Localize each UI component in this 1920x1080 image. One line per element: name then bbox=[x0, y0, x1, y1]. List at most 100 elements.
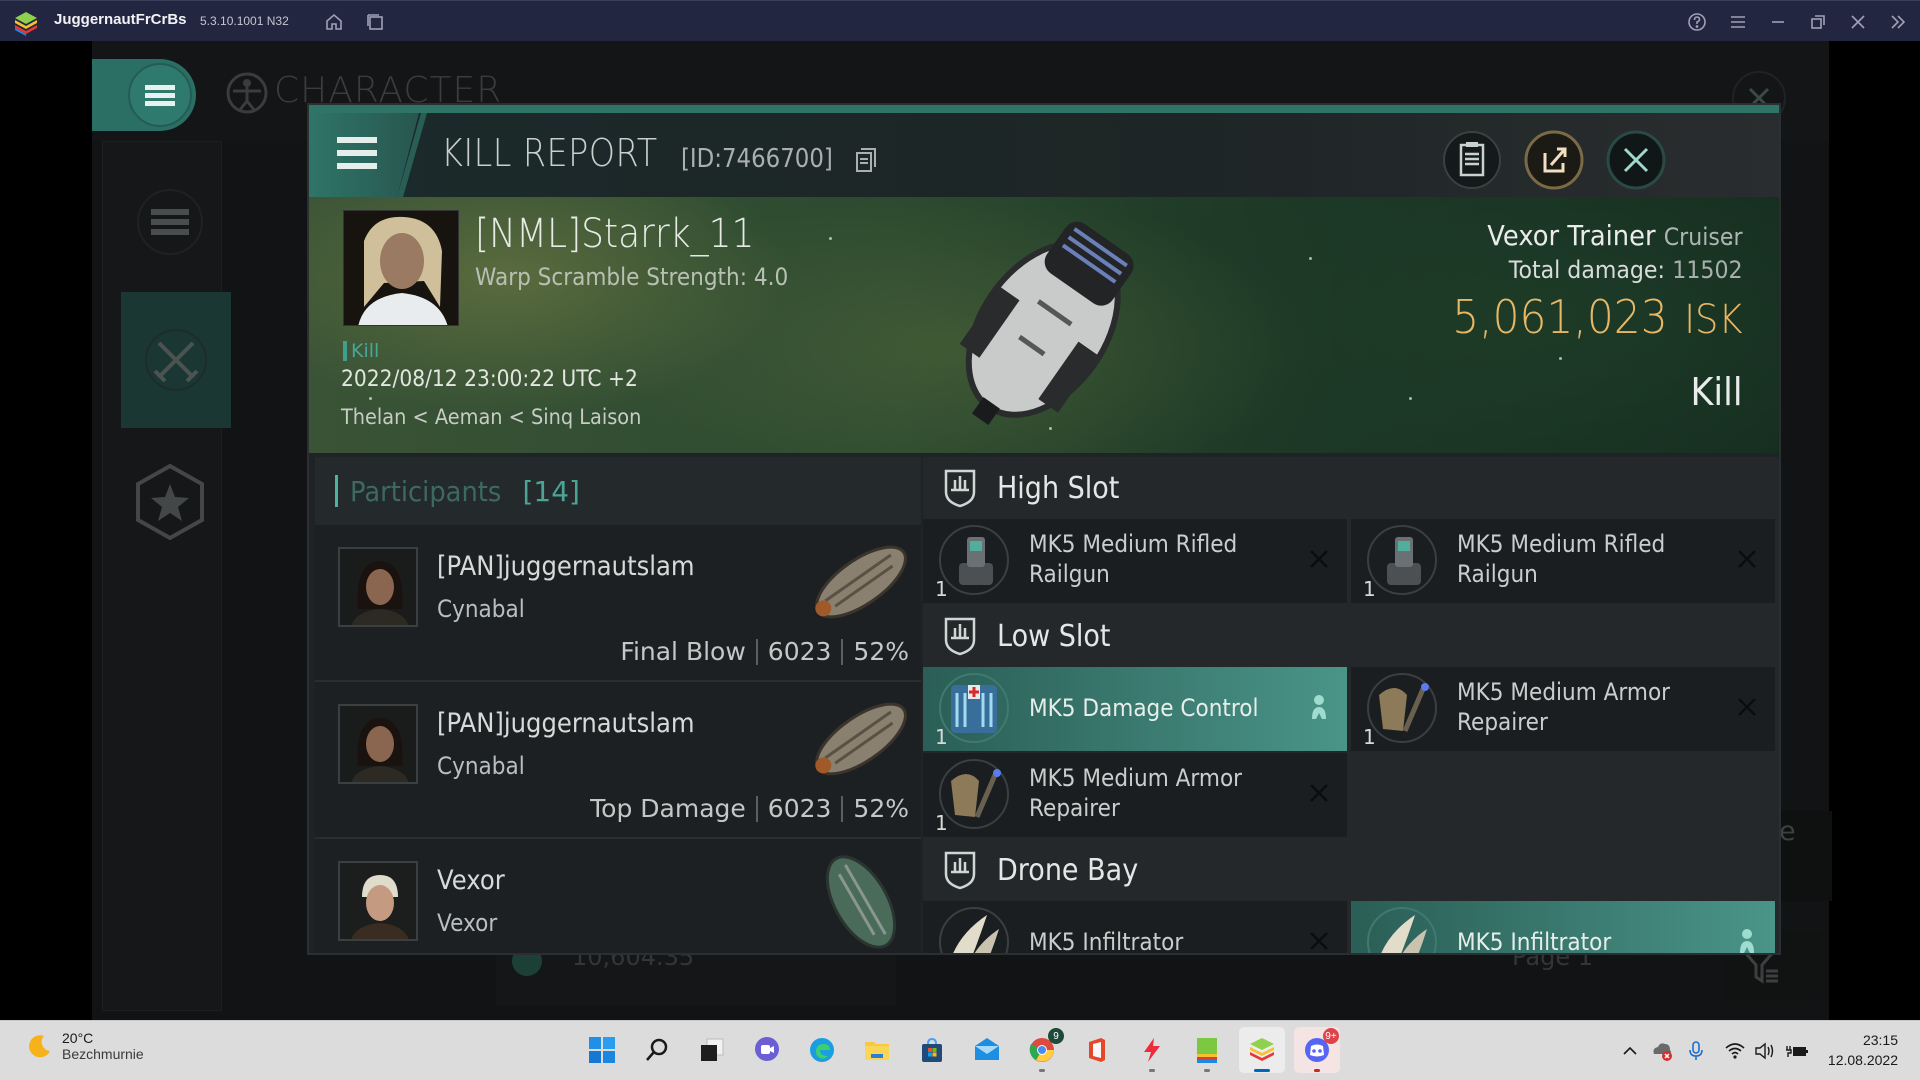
module-quantity: 1 bbox=[935, 811, 948, 835]
module-item[interactable]: 1 MK5 Medium Armor Repairer bbox=[923, 753, 1347, 837]
clipboard-icon bbox=[1443, 131, 1501, 189]
teams-chat-button[interactable] bbox=[744, 1027, 790, 1073]
kill-report-dialog: KILL REPORT [ID:7466700] [NML]Starrk_11 … bbox=[309, 105, 1779, 953]
game-viewport: CHARACTER ensable 10,604.35 Page 1 bbox=[0, 41, 1920, 1020]
multi-instance-icon[interactable] bbox=[364, 11, 386, 33]
clock-time: 23:15 bbox=[1862, 1032, 1898, 1048]
participant-row[interactable]: [PAN]juggernautslam Cynabal Top Damage 6… bbox=[315, 682, 921, 839]
copy-id-icon[interactable] bbox=[855, 147, 877, 173]
minimize-icon[interactable] bbox=[1767, 11, 1789, 33]
participants-panel: Participants [14] [PAN]juggernautslam Cy… bbox=[315, 457, 921, 953]
bluestacks-multi-button[interactable] bbox=[1184, 1027, 1230, 1073]
chrome-button[interactable]: 9 bbox=[1019, 1027, 1065, 1073]
ship-class: Cruiser bbox=[1664, 223, 1743, 251]
destroyed-x-icon bbox=[1305, 545, 1333, 573]
office-button[interactable] bbox=[1074, 1027, 1120, 1073]
module-quantity: 1 bbox=[1363, 577, 1376, 601]
edge-icon bbox=[810, 1038, 834, 1062]
microphone-status[interactable] bbox=[1684, 1039, 1708, 1063]
sidebar-achievements-icon[interactable] bbox=[120, 452, 220, 552]
search-button[interactable] bbox=[634, 1027, 680, 1073]
kill-tag-label: Kill bbox=[351, 340, 380, 362]
microphone-icon bbox=[1689, 1041, 1703, 1060]
close-dialog-button[interactable] bbox=[1605, 129, 1667, 191]
railgun-icon bbox=[1367, 525, 1437, 595]
isk-unit: ISK bbox=[1684, 297, 1743, 343]
participant-name: Vexor bbox=[437, 865, 505, 896]
background-sidebar bbox=[102, 141, 231, 1011]
victim-name[interactable]: [NML]Starrk_11 bbox=[475, 211, 754, 257]
victim-avatar[interactable] bbox=[343, 210, 459, 326]
module-row: 1 MK5 Medium Rifled Railgun 1 MK5 Medium… bbox=[923, 519, 1779, 605]
task-view-button[interactable] bbox=[689, 1027, 735, 1073]
sidebar-menu-icon[interactable] bbox=[120, 172, 220, 272]
expand-sidebar-icon[interactable] bbox=[1887, 11, 1909, 33]
kill-timestamp: 2022/08/12 23:00:22 UTC +2 bbox=[341, 367, 638, 392]
module-item[interactable]: MK5 Infiltrator bbox=[923, 901, 1347, 953]
close-icon bbox=[1606, 130, 1666, 190]
ship-type-name: Vexor Trainer bbox=[1487, 219, 1657, 252]
participant-row[interactable]: Vexor Vexor bbox=[315, 839, 921, 953]
slot-label: Drone Bay bbox=[997, 852, 1139, 888]
chrome-badge: 9 bbox=[1048, 1028, 1064, 1044]
wifi-status[interactable] bbox=[1723, 1039, 1747, 1063]
volume-status[interactable] bbox=[1754, 1039, 1778, 1063]
ship-summary: Vexor Trainer Cruiser Total damage: 11502… bbox=[1427, 219, 1743, 414]
restore-icon[interactable] bbox=[1807, 11, 1829, 33]
module-item[interactable]: 1 MK5 Medium Rifled Railgun bbox=[923, 519, 1347, 603]
bluestacks-button[interactable] bbox=[1239, 1027, 1285, 1073]
help-icon[interactable] bbox=[1686, 11, 1708, 33]
flash-app-button[interactable] bbox=[1129, 1027, 1175, 1073]
windows-start-icon bbox=[589, 1037, 615, 1063]
destroyed-x-icon bbox=[1733, 545, 1761, 573]
search-icon bbox=[646, 1038, 668, 1061]
module-item[interactable]: MK5 Infiltrator bbox=[1351, 901, 1775, 953]
battery-status[interactable] bbox=[1785, 1039, 1809, 1063]
menu-icon[interactable] bbox=[1727, 11, 1749, 33]
task-view-icon bbox=[701, 1038, 724, 1061]
show-hidden-icons-button[interactable] bbox=[1618, 1039, 1642, 1063]
participants-label: Participants bbox=[350, 474, 502, 508]
module-name: MK5 Damage Control bbox=[1029, 694, 1259, 722]
participant-ship-image bbox=[825, 855, 897, 949]
module-name: MK5 Medium Rifled Railgun bbox=[1457, 530, 1666, 588]
weather-widget[interactable]: 20°C Bezchmurnie bbox=[26, 1030, 144, 1062]
victim-subtitle: Warp Scramble Strength: 4.0 bbox=[475, 263, 789, 291]
bluestacks-logo-icon bbox=[15, 12, 37, 36]
edge-button[interactable] bbox=[799, 1027, 845, 1073]
drone-icon bbox=[939, 907, 1009, 953]
module-quantity: 1 bbox=[935, 577, 948, 601]
mail-button[interactable] bbox=[964, 1027, 1010, 1073]
speaker-icon bbox=[1755, 1042, 1774, 1060]
start-button[interactable] bbox=[579, 1027, 625, 1073]
victim-ship-image[interactable] bbox=[939, 201, 1159, 441]
weather-temp: 20°C bbox=[62, 1030, 94, 1046]
running-indicator bbox=[1314, 1069, 1320, 1072]
slot-shield-icon bbox=[944, 617, 976, 656]
main-menu-button[interactable] bbox=[92, 59, 196, 131]
close-icon[interactable] bbox=[1847, 11, 1869, 33]
module-item[interactable]: 1 MK5 Medium Armor Repairer bbox=[1351, 667, 1775, 751]
share-button[interactable] bbox=[1523, 129, 1585, 191]
moon-icon bbox=[29, 1035, 50, 1058]
chevron-up-icon bbox=[1623, 1046, 1637, 1055]
ship-name: Vexor Trainer Cruiser bbox=[1453, 219, 1743, 252]
onedrive-status[interactable] bbox=[1650, 1039, 1674, 1063]
system-clock[interactable]: 23:15 12.08.2022 bbox=[1828, 1030, 1898, 1070]
module-item[interactable]: 1 MK5 Medium Rifled Railgun bbox=[1351, 519, 1775, 603]
store-button[interactable] bbox=[909, 1027, 955, 1073]
module-name: MK5 Infiltrator bbox=[1457, 928, 1612, 953]
home-icon[interactable] bbox=[323, 11, 345, 33]
module-row: 1 MK5 Medium Armor Repairer bbox=[923, 753, 1779, 839]
discord-button[interactable]: 9+ bbox=[1294, 1027, 1340, 1073]
participant-row[interactable]: [PAN]juggernautslam Cynabal Final Blow 6… bbox=[315, 525, 921, 682]
kill-location: Thelan < Aeman < Sinq Laison bbox=[341, 405, 642, 429]
module-item[interactable]: 1 MK5 Damage Control bbox=[923, 667, 1347, 751]
sidebar-combat-icon[interactable] bbox=[121, 292, 231, 428]
slot-header-high: High Slot bbox=[923, 457, 1779, 519]
clipboard-button[interactable] bbox=[1441, 129, 1503, 191]
module-empty bbox=[1351, 753, 1775, 837]
file-explorer-button[interactable] bbox=[854, 1027, 900, 1073]
running-indicator bbox=[1149, 1069, 1155, 1072]
participant-stats: Top Damage 6023 52% bbox=[590, 794, 909, 823]
